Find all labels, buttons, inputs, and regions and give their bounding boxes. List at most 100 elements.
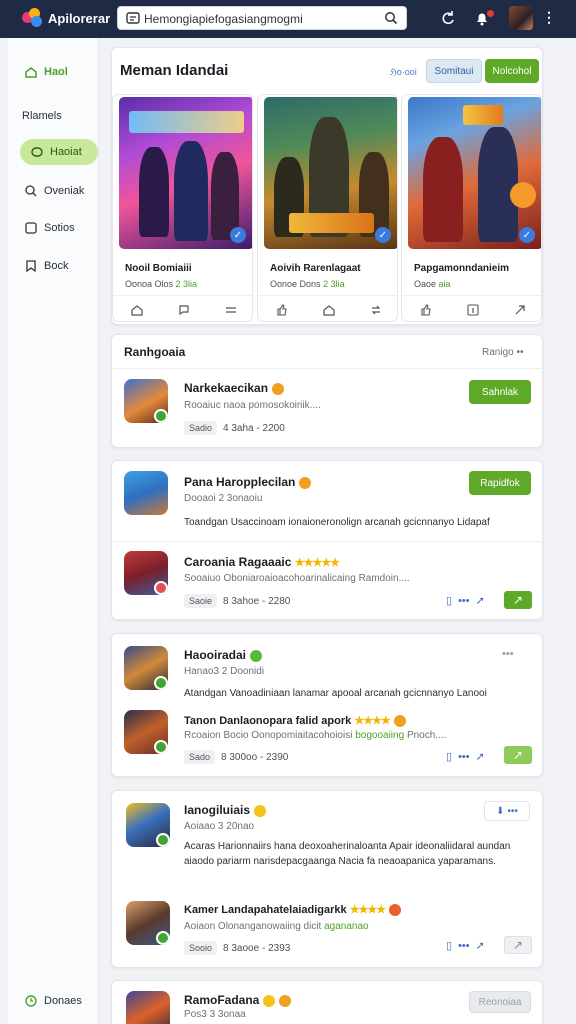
app-icon[interactable] [126, 803, 170, 847]
app-subtitle-text: Rcoaion Bocio Oonopomiaitacohoioisi [184, 730, 353, 741]
app-icon[interactable] [124, 710, 168, 754]
document-icon[interactable]: ▯ [446, 750, 452, 763]
list-card: Ranhgoaia Ranigo •• Narkekaecikan Rooaiu… [111, 334, 544, 448]
app-action-button[interactable]: Rapidfok [469, 471, 531, 495]
rating-stars: ★★★★ [354, 715, 390, 727]
chat-icon[interactable] [178, 304, 190, 316]
sidebar-item-haoiat[interactable]: Haoiat [20, 139, 98, 165]
game-stats-value: 2 3lia [175, 279, 198, 289]
square-icon [25, 222, 37, 234]
menu-icon[interactable] [225, 304, 237, 316]
game-stats: Oaoe aia [414, 279, 451, 289]
app-icon[interactable] [126, 991, 170, 1024]
game-stats-value: aia [438, 279, 451, 289]
app-meta-text: 4 3aha - 2200 [223, 423, 285, 434]
rating-stars: ★★★★★ [294, 557, 340, 569]
app-name: Apilorerar [48, 11, 111, 26]
clock-icon [25, 995, 37, 1007]
row-actions: ▯ ••• ➚ [446, 939, 485, 953]
chat-icon [31, 147, 43, 157]
game-stats-label: Oonoe Dons [270, 279, 321, 289]
featured-title: Meman Idandai [120, 62, 229, 79]
award-icon [389, 904, 402, 917]
document-icon[interactable]: ▯ [446, 939, 452, 952]
sidebar-item-oveniak[interactable]: Oveniak [14, 178, 94, 204]
app-card: Pana Haropplecilan Dooaoi 2 3onaoiu Rapi… [111, 460, 544, 620]
app-title-text: Narkekaecikan [184, 381, 269, 395]
home-icon[interactable] [322, 304, 335, 316]
sidebar-item-donaes[interactable]: Donaes [14, 988, 94, 1014]
game-title: Aoivih Rarenlagaat [270, 263, 361, 274]
game-card[interactable]: ✓ Nooil Bomiaiii Oonoa Olos 2 3lia [112, 94, 253, 322]
section-filter[interactable]: Ranigo •• [482, 347, 523, 358]
secondary-button[interactable]: Somitaui [426, 59, 482, 83]
like-icon[interactable] [420, 303, 432, 316]
like-icon[interactable] [276, 303, 288, 316]
share-icon[interactable]: ➚ [476, 750, 485, 763]
app-action-button[interactable]: Reonoiaa [469, 991, 531, 1013]
open-button[interactable]: ↗ [504, 936, 532, 954]
open-button[interactable]: ↗ [504, 746, 532, 764]
user-avatar[interactable] [509, 6, 533, 30]
divider [112, 368, 544, 369]
verified-icon: ✓ [375, 227, 391, 243]
leaf-icon [250, 649, 263, 662]
primary-button[interactable]: Nolcohol [485, 59, 539, 83]
app-tag: Saoie [184, 594, 218, 608]
app-logo[interactable] [22, 8, 44, 28]
home-icon[interactable] [130, 304, 143, 316]
app-title: Tanon Danlaonopara falid apork ★★★★ [184, 714, 406, 728]
search-icon [126, 12, 140, 24]
row-actions: ▯ ••• ➚ [446, 594, 485, 608]
game-card[interactable]: ✓ Aoivih Rarenlagaat Oonoe Dons 2 3lia [257, 94, 398, 322]
installed-badge-icon [156, 833, 170, 847]
share-icon[interactable]: ➚ [476, 939, 485, 952]
app-icon[interactable] [124, 379, 168, 423]
search-box[interactable] [117, 6, 407, 30]
game-stats: Oonoa Olos 2 3lia [125, 279, 197, 289]
app-tag: Sado [184, 750, 216, 764]
sidebar-item-bock[interactable]: Bock [14, 253, 94, 279]
more-icon[interactable]: ••• [502, 648, 514, 660]
app-tag: Sooio [184, 941, 218, 955]
more-icon[interactable]: ••• [458, 595, 470, 607]
sidebar-item-home[interactable]: Haol [14, 59, 94, 85]
app-subtitle: Sooaiuo Oboniaroaioacohoarinalicaing Ram… [184, 573, 410, 584]
app-icon[interactable] [126, 901, 170, 945]
more-icon[interactable]: ••• [458, 751, 470, 763]
award-icon [279, 994, 292, 1007]
app-subtitle-highlight: agananao [324, 921, 369, 932]
share-icon[interactable]: ➚ [476, 594, 485, 607]
more-icon[interactable]: ••• [458, 940, 470, 952]
app-title-text: Ianogiluiais [184, 803, 251, 817]
refresh-icon[interactable] [440, 10, 456, 26]
installed-badge-icon [154, 409, 168, 423]
retweet-icon[interactable] [370, 304, 382, 316]
sidebar-item-sotios[interactable]: Sotios [14, 215, 94, 241]
featured-link[interactable]: ℌo·ooi [390, 67, 417, 78]
magnifier-icon[interactable] [384, 11, 398, 25]
featured-card: Meman Idandai ℌo·ooi Somitaui Nolcohol ✓… [111, 47, 543, 325]
app-meta: Saoie 8 3ahoe - 2280 [184, 594, 290, 608]
award-icon [393, 715, 406, 728]
open-button[interactable]: ↗ [504, 591, 532, 609]
app-title: Pana Haropplecilan [184, 475, 312, 489]
app-icon[interactable] [124, 471, 168, 515]
app-icon[interactable] [124, 646, 168, 690]
game-actions [113, 295, 252, 321]
sidebar-item-label: Haoiat [50, 146, 82, 158]
more-menu-icon[interactable]: ⋮ [542, 10, 556, 24]
sidebar-home-label: Haol [44, 66, 68, 78]
app-icon[interactable] [124, 551, 168, 595]
award-icon [263, 994, 276, 1007]
divider [112, 541, 544, 542]
search-input[interactable] [144, 10, 380, 27]
app-card: Haooiradai Hanao3 2 Doonidi ••• Atandgan… [111, 633, 543, 777]
app-action-button[interactable]: Sahnlak [469, 380, 531, 404]
share-icon[interactable] [514, 304, 526, 316]
game-card[interactable]: ✓ Papgamonndanieim Oaoe aia [401, 94, 542, 322]
document-icon[interactable]: ▯ [446, 594, 452, 607]
options-button[interactable]: ⬇ ••• [484, 801, 530, 821]
info-icon[interactable] [466, 303, 479, 316]
verified-icon: ✓ [519, 227, 535, 243]
